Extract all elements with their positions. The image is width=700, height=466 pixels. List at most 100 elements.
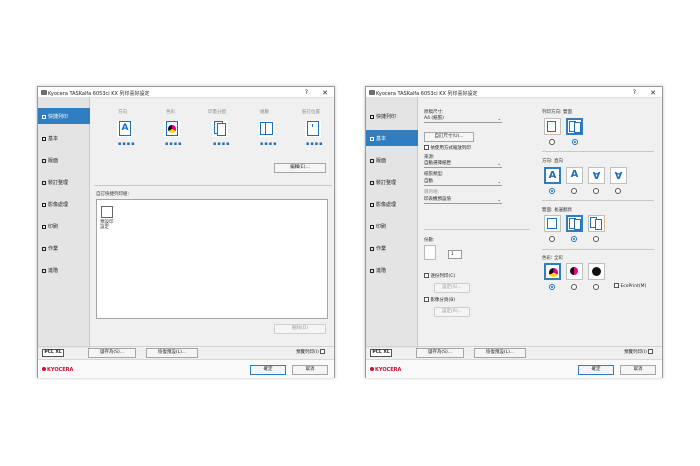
two-sided-short-edge-radio[interactable] bbox=[593, 236, 599, 242]
restore-defaults-button[interactable]: 恢復預設(L)... bbox=[146, 348, 198, 358]
collate-settings-button[interactable]: 設定(S)... bbox=[434, 283, 470, 293]
profile-label: 自訂快捷列印組: bbox=[96, 192, 130, 197]
separator-checkbox[interactable]: 影像分頁(B) bbox=[424, 297, 455, 303]
nav-item-publishing[interactable]: 印刷 bbox=[38, 218, 90, 234]
destination-select[interactable]: 印表機預設值 ⌄ bbox=[424, 197, 502, 204]
custom-size-button[interactable]: 自訂尺寸(U)... bbox=[424, 132, 474, 142]
checkbox-box[interactable] bbox=[424, 297, 429, 302]
two-sided-short-edge-icon[interactable] bbox=[588, 215, 605, 232]
nav-item-basic[interactable]: 基本 bbox=[38, 130, 90, 146]
chevron-down-icon: ⌄ bbox=[497, 197, 501, 202]
nav-item-publishing[interactable]: 印刷 bbox=[366, 218, 418, 234]
nav-item-imaging[interactable]: 影像處理 bbox=[38, 196, 90, 212]
close-button[interactable]: ✕ bbox=[650, 89, 656, 97]
copies-dots: ▪▪▪▪ bbox=[260, 141, 278, 147]
nav-item-layout[interactable]: 版面 bbox=[38, 152, 90, 168]
color-auto-icon[interactable] bbox=[566, 263, 583, 280]
nav-label: 影像處理 bbox=[376, 202, 397, 208]
profile-list[interactable]: 預設印 設定 bbox=[96, 199, 328, 319]
nav-item-job[interactable]: 作業 bbox=[366, 240, 418, 256]
color-full-icon[interactable] bbox=[544, 263, 561, 280]
nav-item-quick-print[interactable]: 快捷列印 bbox=[38, 108, 90, 124]
checkbox-box[interactable] bbox=[424, 145, 429, 150]
orientation-rotated-landscape-icon[interactable]: A bbox=[610, 167, 627, 184]
orientation-portrait-icon[interactable]: A bbox=[117, 121, 133, 137]
nav-item-finishing[interactable]: 裝訂整理 bbox=[38, 174, 90, 190]
help-button[interactable]: ? bbox=[305, 89, 308, 96]
title-bar: Kyocera TASKalfa 6053ci KX 列印喜好設定 ? ✕ bbox=[38, 87, 334, 98]
nav-item-imaging[interactable]: 影像處理 bbox=[366, 196, 418, 212]
orientation-label: 方向: 直向 bbox=[542, 159, 563, 164]
nav-item-advanced[interactable]: 進階 bbox=[38, 262, 90, 278]
orientation-rotated-portrait-radio[interactable] bbox=[593, 188, 599, 194]
orientation-landscape-radio[interactable] bbox=[571, 188, 577, 194]
one-sided-radio[interactable] bbox=[549, 236, 555, 242]
checkbox-box[interactable] bbox=[320, 349, 326, 354]
nav-item-layout[interactable]: 版面 bbox=[366, 152, 418, 168]
duplex-label: 列印方向: 雙面 bbox=[542, 110, 572, 115]
profile-icon[interactable] bbox=[101, 206, 113, 218]
logo-text: KYOCERA bbox=[47, 367, 74, 373]
checkbox-box[interactable] bbox=[648, 349, 654, 354]
ok-button[interactable]: 確定 bbox=[578, 365, 614, 375]
quick-header-color: 色彩 bbox=[166, 110, 175, 115]
nav-item-job[interactable]: 作業 bbox=[38, 240, 90, 256]
color-full-icon[interactable] bbox=[164, 121, 180, 137]
nav-item-basic[interactable]: 基本 bbox=[366, 130, 418, 146]
fit-to-page-checkbox[interactable]: 依使用方式縮放列印 bbox=[424, 145, 471, 151]
duplex-off-icon[interactable] bbox=[544, 118, 561, 135]
staple-icon[interactable] bbox=[305, 121, 321, 137]
delete-button[interactable]: 刪除(D) bbox=[274, 324, 326, 334]
media-type-select[interactable]: 自動 ⌄ bbox=[424, 179, 502, 186]
color-auto-radio[interactable] bbox=[571, 284, 577, 290]
nav-item-finishing[interactable]: 裝訂整理 bbox=[366, 174, 418, 190]
profile-item-label[interactable]: 預設印 設定 bbox=[100, 220, 114, 230]
checkbox-box[interactable] bbox=[614, 283, 619, 288]
color-monochrome-icon[interactable] bbox=[588, 263, 605, 280]
preview-checkbox[interactable]: 預覽列印(I) bbox=[296, 349, 326, 355]
chevron-down-icon: ⌄ bbox=[497, 116, 501, 121]
one-sided-icon[interactable] bbox=[544, 215, 561, 232]
nav-item-quick-print[interactable]: 快捷列印 bbox=[366, 108, 418, 124]
ecoprint-checkbox[interactable]: EcoPrint(M) bbox=[614, 283, 646, 289]
two-sided-long-edge-icon[interactable] bbox=[566, 215, 583, 232]
close-button[interactable]: ✕ bbox=[322, 89, 328, 97]
help-button[interactable]: ? bbox=[633, 89, 636, 96]
save-as-button[interactable]: 儲存為(S)... bbox=[88, 348, 136, 358]
bottom-toolbar: PCL XL 儲存為(S)... 恢復預設(L)... 預覽列印(I) bbox=[38, 346, 334, 358]
duplex-off-radio[interactable] bbox=[549, 139, 555, 145]
page-size-select[interactable]: A4 (紙張) ⌄ bbox=[424, 116, 502, 123]
duplex-on-icon[interactable] bbox=[566, 118, 583, 135]
color-monochrome-radio[interactable] bbox=[593, 284, 599, 290]
copies-icon[interactable] bbox=[259, 121, 275, 137]
restore-defaults-button[interactable]: 恢復預設(L)... bbox=[474, 348, 526, 358]
source-select[interactable]: 自動選擇紙匣 ⌄ bbox=[424, 161, 502, 168]
edit-button[interactable]: 編輯(E)... bbox=[274, 163, 326, 173]
nav-item-advanced[interactable]: 進階 bbox=[366, 262, 418, 278]
orientation-rotated-landscape-radio[interactable] bbox=[615, 188, 621, 194]
ok-button[interactable]: 確定 bbox=[250, 365, 286, 375]
nav-label: 基本 bbox=[48, 136, 59, 142]
separator-settings-button[interactable]: 設定(R)... bbox=[434, 307, 470, 317]
copies-stepper[interactable]: 1 bbox=[448, 250, 462, 259]
duplex-on-radio[interactable] bbox=[572, 139, 578, 145]
copies-value: 1 bbox=[451, 252, 454, 257]
collate-checkbox[interactable]: 逐份列印(C) bbox=[424, 273, 455, 279]
nav-label: 影像處理 bbox=[48, 202, 69, 208]
divider bbox=[542, 200, 654, 201]
chevron-down-icon: ⌄ bbox=[497, 179, 501, 184]
cancel-button[interactable]: 取消 bbox=[292, 365, 328, 375]
orientation-landscape-icon[interactable]: A bbox=[566, 167, 583, 184]
save-as-button[interactable]: 儲存為(S)... bbox=[416, 348, 464, 358]
orientation-rotated-portrait-icon[interactable]: A bbox=[588, 167, 605, 184]
cancel-button[interactable]: 取消 bbox=[620, 365, 656, 375]
checkbox-box[interactable] bbox=[424, 273, 429, 278]
source-label: 來源: bbox=[424, 155, 435, 160]
color-full-radio[interactable] bbox=[549, 284, 555, 290]
two-sided-long-edge-radio[interactable] bbox=[571, 236, 577, 242]
pages-per-sheet-icon[interactable] bbox=[212, 121, 228, 137]
quick-header-staple: 裝訂位置 bbox=[302, 110, 320, 115]
orientation-portrait-radio[interactable] bbox=[549, 188, 555, 194]
orientation-portrait-icon[interactable]: A bbox=[544, 167, 561, 184]
preview-checkbox[interactable]: 預覽列印(I) bbox=[624, 349, 654, 355]
